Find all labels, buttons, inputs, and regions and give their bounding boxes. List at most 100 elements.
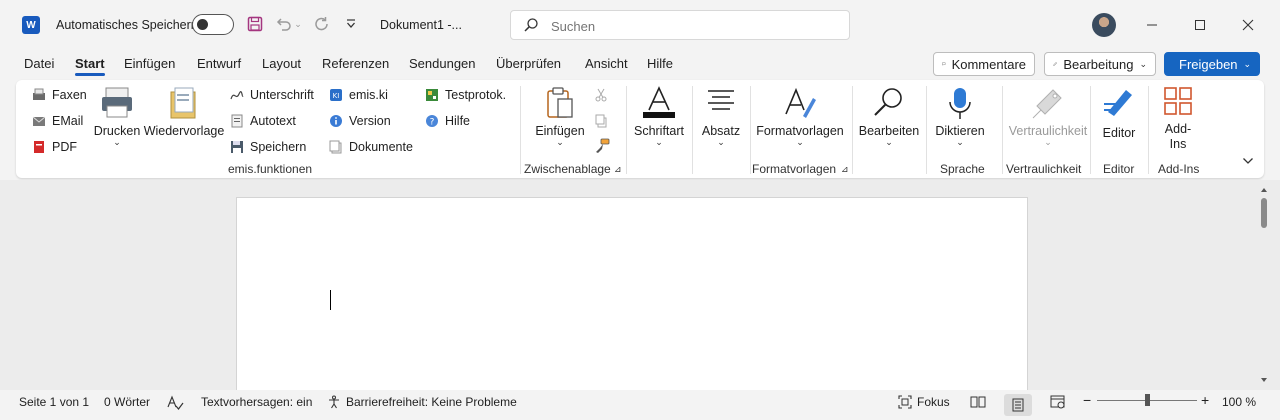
autotext-button[interactable]: Autotext (230, 114, 296, 128)
format-painter-button[interactable] (594, 138, 610, 154)
editor-button[interactable]: Editor (1096, 86, 1142, 140)
unterschrift-label: Unterschrift (250, 88, 314, 102)
microphone-icon (949, 88, 971, 119)
title-bar: W Automatisches Speichern ⌄ Dokument1 -.… (0, 0, 1280, 50)
tab-hilfe[interactable]: Hilfe (647, 56, 673, 71)
close-icon[interactable] (1236, 13, 1260, 37)
read-mode-icon[interactable] (970, 395, 986, 409)
pdf-button[interactable]: PDF (32, 140, 77, 154)
unterschrift-button[interactable]: Unterschrift (230, 88, 314, 102)
print-layout-icon[interactable] (1004, 394, 1032, 416)
sensitivity-group-label: Vertraulichkeit (1006, 162, 1082, 176)
document-title[interactable]: Dokument1 -... (380, 18, 462, 32)
paste-label: Einfügen (535, 124, 585, 138)
emis-hilfe-button[interactable]: ? Hilfe (425, 114, 470, 128)
scroll-up-icon[interactable] (1258, 186, 1270, 194)
word-count[interactable]: 0 Wörter (104, 395, 150, 409)
group-divider (626, 86, 627, 174)
font-label: Schriftart (633, 124, 684, 138)
zoom-out-icon[interactable]: − (1083, 392, 1091, 408)
zoom-in-icon[interactable]: + (1201, 392, 1209, 408)
tab-referenzen[interactable]: Referenzen (322, 56, 389, 71)
help-icon: ? (426, 115, 438, 128)
emis-hilfe-label: Hilfe (445, 114, 471, 128)
accessibility-status[interactable]: Barrierefreiheit: Keine Probleme (327, 395, 517, 409)
user-avatar[interactable] (1092, 13, 1116, 37)
pencil-icon (1053, 62, 1058, 66)
group-divider (692, 86, 693, 174)
sensitivity-button: Vertraulichkeit ⌄ (1006, 86, 1090, 147)
tab-start[interactable]: Start (75, 56, 105, 76)
text-predictions[interactable]: Textvorhersagen: ein (201, 395, 312, 409)
clipboard-paste-icon (547, 87, 573, 118)
focus-icon (898, 395, 912, 409)
group-divider (520, 86, 521, 174)
styles-button[interactable]: Formatvorlagen ⌄ (756, 86, 844, 147)
addins-button[interactable]: Add- Ins (1154, 86, 1202, 152)
autosave-toggle[interactable] (192, 14, 234, 35)
scroll-down-icon[interactable] (1258, 376, 1270, 384)
editing-button[interactable]: Bearbeiten ⌄ (858, 86, 920, 147)
comments-button[interactable]: Kommentare (933, 52, 1035, 76)
proofing-icon[interactable] (166, 395, 184, 411)
collapse-ribbon-icon[interactable] (1242, 156, 1254, 166)
scrollbar-thumb[interactable] (1261, 198, 1267, 228)
testprotok-button[interactable]: Testprotok. (425, 88, 506, 102)
page-count[interactable]: Seite 1 von 1 (19, 395, 89, 409)
tab-entwurf[interactable]: Entwurf (197, 56, 241, 71)
zoom-slider-thumb[interactable] (1145, 394, 1150, 406)
tab-einfuegen[interactable]: Einfügen (124, 56, 175, 71)
tab-sendungen[interactable]: Sendungen (409, 56, 476, 71)
word-logo-icon: W (22, 16, 40, 34)
customize-toolbar-icon[interactable] (340, 13, 362, 35)
chevron-down-icon: ⌄ (796, 137, 804, 147)
autosave-label: Automatisches Speichern (56, 18, 198, 32)
tab-datei[interactable]: Datei (24, 56, 54, 71)
font-button[interactable]: Schriftart ⌄ (632, 86, 686, 147)
chevron-down-icon: ⌄ (1044, 137, 1052, 147)
dokumente-button[interactable]: Dokumente (329, 140, 413, 154)
document-page[interactable] (236, 197, 1028, 397)
email-button[interactable]: EMail (32, 114, 83, 128)
chevron-down-icon: ⌄ (113, 137, 121, 147)
clipboard-launcher-icon[interactable]: ⊿ (614, 164, 622, 175)
editing-mode-button[interactable]: Bearbeitung ⌄ (1044, 52, 1156, 76)
voice-group-label: Sprache (940, 162, 985, 176)
sensitivity-label: Vertraulichkeit (1008, 124, 1088, 138)
ribbon-tabs: Datei Start Einfügen Entwurf Layout Refe… (0, 50, 1280, 78)
maximize-icon[interactable] (1188, 13, 1212, 37)
version-button[interactable]: Version (329, 114, 391, 128)
faxen-button[interactable]: Faxen (32, 88, 87, 102)
search-icon (523, 17, 539, 36)
search-box[interactable] (510, 10, 850, 40)
search-input[interactable] (551, 17, 831, 35)
signature-icon (230, 91, 244, 100)
drucken-button[interactable]: Drucken ⌄ (94, 86, 140, 147)
addins-label-line1: Add- (1164, 122, 1192, 136)
wiedervorlage-button[interactable]: Wiedervorlage (144, 86, 224, 138)
tab-layout[interactable]: Layout (262, 56, 301, 71)
share-button[interactable]: Freigeben ⌄ (1164, 52, 1260, 76)
tab-ansicht[interactable]: Ansicht (585, 56, 628, 71)
svg-text:?: ? (430, 118, 435, 128)
redo-icon[interactable] (311, 13, 333, 35)
minimize-icon[interactable] (1140, 13, 1164, 37)
web-layout-icon[interactable] (1050, 395, 1066, 409)
paragraph-button[interactable]: Absatz ⌄ (698, 86, 744, 147)
undo-dropdown-icon[interactable]: ⌄ (291, 13, 305, 35)
vertical-scrollbar[interactable] (1258, 186, 1270, 386)
styles-launcher-icon[interactable]: ⊿ (841, 164, 849, 175)
emis-group-label: emis.funktionen (228, 162, 313, 176)
speichern-button[interactable]: Speichern (230, 140, 306, 154)
wiedervorlage-label: Wiedervorlage (143, 124, 225, 138)
tab-ueberpruefen[interactable]: Überprüfen (496, 56, 561, 71)
focus-button[interactable]: Fokus (898, 395, 950, 409)
paste-button[interactable]: Einfügen ⌄ (534, 86, 586, 147)
dictate-button[interactable]: Diktieren ⌄ (932, 86, 988, 147)
save-icon[interactable] (244, 13, 266, 35)
zoom-level[interactable]: 100 % (1222, 395, 1256, 409)
pdf-label: PDF (52, 140, 77, 154)
comment-icon (942, 62, 946, 66)
pdf-icon (34, 141, 44, 153)
emis-ki-button[interactable]: KI emis.ki (329, 88, 388, 102)
